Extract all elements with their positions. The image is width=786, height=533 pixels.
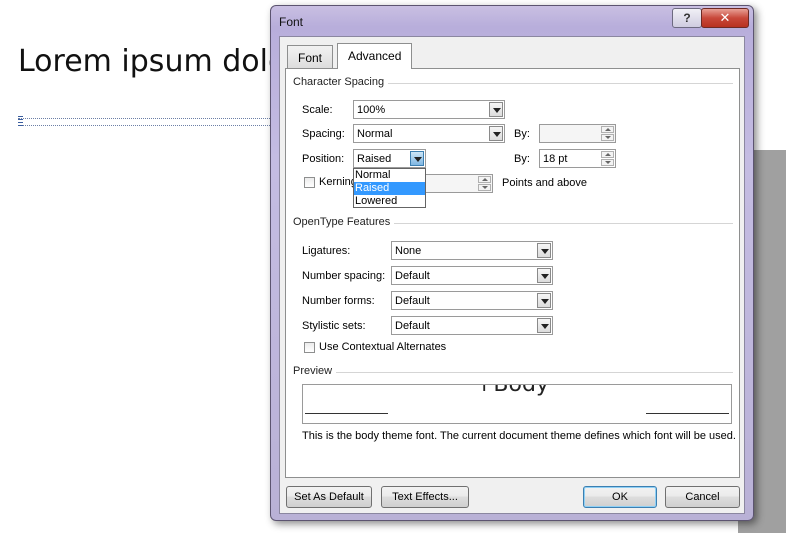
group-divider <box>394 223 733 224</box>
position-option-lowered[interactable]: Lowered <box>354 195 425 208</box>
ok-button[interactable]: OK <box>583 486 657 508</box>
preview-box: +Body <box>302 384 732 424</box>
position-by-spinner[interactable]: 18 pt <box>539 149 616 168</box>
kerning-suffix-label: Points and above <box>502 177 588 189</box>
number-forms-combo[interactable]: Default <box>391 291 553 310</box>
spacing-combo[interactable]: Normal <box>353 124 505 143</box>
character-spacing-title: Character Spacing <box>293 76 385 88</box>
advanced-tab-panel: Character Spacing Scale: 100% Spacing: N… <box>285 68 740 478</box>
tab-font-label: Font <box>298 51 323 65</box>
chevron-down-icon[interactable] <box>489 102 503 117</box>
kerning-label: Kerning <box>319 176 357 188</box>
stylistic-sets-combo[interactable]: Default <box>391 316 553 335</box>
cancel-button[interactable]: Cancel <box>665 486 740 508</box>
position-dropdown-list[interactable]: Normal Raised Lowered <box>353 168 426 208</box>
chevron-down-icon[interactable] <box>537 243 551 258</box>
opentype-features-title: OpenType Features <box>293 216 391 228</box>
spin-up-icon[interactable] <box>478 176 491 183</box>
preview-title: Preview <box>293 365 333 377</box>
chevron-down-icon[interactable] <box>489 126 503 141</box>
ligatures-label: Ligatures: <box>302 245 351 257</box>
close-button[interactable]: ✕ <box>701 8 749 28</box>
position-label: Position: <box>302 153 345 165</box>
anchor-icon <box>18 116 23 126</box>
spacing-label: Spacing: <box>302 128 345 140</box>
preview-description: This is the body theme font. The current… <box>302 430 736 442</box>
position-option-raised[interactable]: Raised <box>354 182 425 195</box>
tab-font[interactable]: Font <box>287 45 334 69</box>
position-combo[interactable]: Raised <box>353 149 426 168</box>
scale-label: Scale: <box>302 104 333 116</box>
stylistic-sets-label: Stylistic sets: <box>302 320 366 332</box>
spin-down-icon[interactable] <box>601 134 614 141</box>
chevron-down-icon[interactable] <box>537 268 551 283</box>
document-paragraph-marker <box>18 118 278 126</box>
group-divider <box>388 83 733 84</box>
contextual-alternates-checkbox[interactable] <box>304 342 315 353</box>
spacing-by-label: By: <box>514 128 530 140</box>
dialog-title: Font <box>279 15 304 29</box>
chevron-down-icon[interactable] <box>537 293 551 308</box>
chevron-down-icon[interactable] <box>410 151 424 166</box>
set-as-default-button[interactable]: Set As Default <box>286 486 372 508</box>
stylistic-sets-value: Default <box>395 320 430 332</box>
number-forms-label: Number forms: <box>302 295 375 307</box>
spacing-value: Normal <box>357 128 393 140</box>
scale-value: 100% <box>357 104 386 116</box>
spacing-by-spinner[interactable] <box>539 124 616 143</box>
preview-baseline-right <box>646 413 729 414</box>
group-divider <box>336 372 733 373</box>
tab-advanced[interactable]: Advanced <box>337 43 413 69</box>
preview-sample-text: +Body <box>475 384 549 397</box>
document-heading: Lorem ipsum dolo <box>18 44 287 79</box>
spin-down-icon[interactable] <box>478 184 491 191</box>
contextual-alternates-label: Use Contextual Alternates <box>319 341 447 353</box>
text-effects-button[interactable]: Text Effects... <box>381 486 469 508</box>
font-dialog: Font ? ✕ Font Advanced Character Spacing… <box>270 5 754 521</box>
scale-combo[interactable]: 100% <box>353 100 505 119</box>
position-by-label: By: <box>514 153 530 165</box>
preview-baseline-left <box>305 413 388 414</box>
help-button[interactable]: ? <box>672 8 702 28</box>
number-spacing-combo[interactable]: Default <box>391 266 553 285</box>
position-option-normal[interactable]: Normal <box>354 169 425 182</box>
number-spacing-label: Number spacing: <box>302 270 386 282</box>
kerning-checkbox[interactable] <box>304 177 315 188</box>
spin-down-icon[interactable] <box>601 159 614 166</box>
position-by-value: 18 pt <box>543 153 568 165</box>
number-spacing-value: Default <box>395 270 430 282</box>
tab-advanced-label: Advanced <box>348 49 402 63</box>
dialog-client-area: Font Advanced Character Spacing Scale: 1… <box>279 36 745 514</box>
spin-up-icon[interactable] <box>601 151 614 158</box>
ligatures-value: None <box>395 245 422 257</box>
ligatures-combo[interactable]: None <box>391 241 553 260</box>
spin-up-icon[interactable] <box>601 126 614 133</box>
position-value: Raised <box>357 153 392 165</box>
kerning-points-spinner[interactable] <box>416 174 493 193</box>
number-forms-value: Default <box>395 295 430 307</box>
chevron-down-icon[interactable] <box>537 318 551 333</box>
